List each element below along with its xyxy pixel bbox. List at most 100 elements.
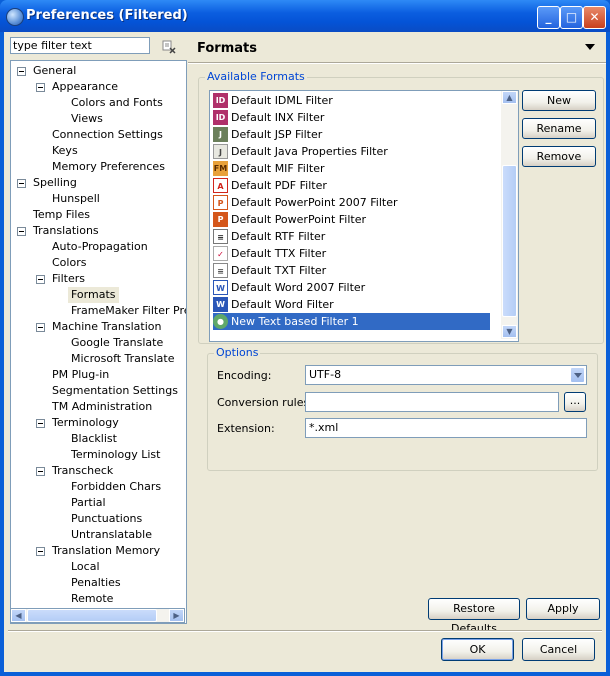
scroll-up-icon[interactable]: ▲ — [502, 91, 517, 104]
list-item[interactable]: W Default Word Filter — [213, 296, 493, 313]
list-item[interactable]: A Default PDF Filter — [213, 177, 493, 194]
scroll-thumb[interactable] — [27, 609, 157, 622]
apply-button[interactable]: Apply — [526, 598, 600, 620]
tree-item-formats[interactable]: Formats — [68, 287, 119, 303]
tree-item-forbidden-chars[interactable]: Forbidden Chars — [71, 479, 161, 495]
idml-icon: ID — [213, 93, 228, 108]
list-item[interactable]: P Default PowerPoint 2007 Filter — [213, 194, 493, 211]
formats-list[interactable]: ID Default IDML Filter ID Default INX Fi… — [209, 90, 519, 342]
tree-item-colors[interactable]: Colors — [52, 255, 86, 271]
title-separator — [188, 62, 606, 64]
collapse-icon[interactable] — [17, 67, 26, 76]
tree-item-segmentation[interactable]: Segmentation Settings — [52, 383, 178, 399]
scroll-thumb[interactable] — [502, 165, 517, 317]
view-menu-icon[interactable] — [585, 44, 595, 50]
jsp-icon: J — [213, 127, 228, 142]
maximize-icon: □ — [565, 10, 578, 24]
tree-item-tm-admin[interactable]: TM Administration — [52, 399, 152, 415]
tree-item-partial[interactable]: Partial — [71, 495, 106, 511]
new-button[interactable]: New — [522, 90, 596, 111]
tree-item-translations[interactable]: Translations — [33, 223, 99, 239]
tree-item-terminology[interactable]: Terminology — [52, 415, 119, 431]
chevron-down-icon[interactable] — [570, 367, 585, 383]
list-item[interactable]: ID Default INX Filter — [213, 109, 493, 126]
scroll-right-icon[interactable]: ▶ — [169, 609, 184, 622]
app-icon — [6, 8, 24, 26]
scroll-left-icon[interactable]: ◀ — [11, 609, 26, 622]
list-item[interactable]: ≡ Default RTF Filter — [213, 228, 493, 245]
maximize-button[interactable]: □ — [560, 6, 583, 29]
tree-item-hunspell[interactable]: Hunspell — [52, 191, 100, 207]
ppt-icon: P — [213, 212, 228, 227]
list-item-selected[interactable]: ● New Text based Filter 1 — [213, 313, 490, 330]
collapse-icon[interactable] — [36, 323, 45, 332]
tree-item-temp-files[interactable]: Temp Files — [33, 207, 90, 223]
formats-vertical-scrollbar[interactable]: ▲ ▼ — [501, 91, 518, 339]
tree-item-blacklist[interactable]: Blacklist — [71, 431, 117, 447]
rename-button[interactable]: Rename — [522, 118, 596, 139]
collapse-icon[interactable] — [17, 227, 26, 236]
tree-item-terminology-list[interactable]: Terminology List — [71, 447, 160, 463]
tree-item-punctuations[interactable]: Punctuations — [71, 511, 142, 527]
tree-item-filters[interactable]: Filters — [52, 271, 85, 287]
text-filter-icon: ● — [213, 314, 228, 329]
extension-field[interactable]: *.xml — [305, 418, 587, 438]
collapse-icon[interactable] — [36, 83, 45, 92]
minimize-button[interactable]: _ — [537, 6, 560, 29]
minimize-icon: _ — [545, 10, 552, 24]
tree-item-framemaker[interactable]: FrameMaker Filter Pref — [71, 303, 186, 319]
tree-item-spelling[interactable]: Spelling — [33, 175, 77, 191]
clear-filter-icon[interactable] — [162, 40, 176, 54]
title-bar[interactable]: Preferences (Filtered) _ □ ✕ — [0, 0, 610, 32]
tree-item-colors-fonts[interactable]: Colors and Fonts — [71, 95, 163, 111]
extension-label: Extension: — [217, 422, 275, 435]
collapse-icon[interactable] — [36, 547, 45, 556]
encoding-select[interactable]: UTF-8 — [305, 365, 587, 385]
ttx-icon: ✓ — [213, 246, 228, 261]
preferences-tree[interactable]: General Appearance Colors and Fonts View… — [10, 60, 187, 624]
dialog-body: General Appearance Colors and Fonts View… — [4, 32, 606, 672]
list-item[interactable]: W Default Word 2007 Filter — [213, 279, 493, 296]
list-item[interactable]: FM Default MIF Filter — [213, 160, 493, 177]
close-button[interactable]: ✕ — [583, 6, 606, 29]
list-item[interactable]: P Default PowerPoint Filter — [213, 211, 493, 228]
tree-item-local[interactable]: Local — [71, 559, 100, 575]
collapse-icon[interactable] — [36, 275, 45, 284]
collapse-icon[interactable] — [36, 467, 45, 476]
collapse-icon[interactable] — [36, 419, 45, 428]
tree-item-pm-plugin[interactable]: PM Plug-in — [52, 367, 109, 383]
scroll-down-icon[interactable]: ▼ — [502, 325, 517, 338]
tree-item-machine-translation[interactable]: Machine Translation — [52, 319, 161, 335]
tree-item-transcheck[interactable]: Transcheck — [52, 463, 113, 479]
tree-item-appearance[interactable]: Appearance — [52, 79, 118, 95]
browse-button[interactable]: ... — [564, 392, 586, 412]
list-item[interactable]: ✓ Default TTX Filter — [213, 245, 493, 262]
list-item[interactable]: J Default Java Properties Filter — [213, 143, 493, 160]
list-item[interactable]: J Default JSP Filter — [213, 126, 493, 143]
tree-item-views[interactable]: Views — [71, 111, 103, 127]
tree-item-remote[interactable]: Remote — [71, 591, 113, 607]
tree-item-connection-settings[interactable]: Connection Settings — [52, 127, 163, 143]
filter-input[interactable] — [10, 37, 150, 54]
tree-item-general[interactable]: General — [33, 63, 76, 79]
restore-defaults-button[interactable]: Restore Defaults — [428, 598, 520, 635]
cancel-button[interactable]: Cancel — [522, 638, 595, 661]
tree-item-memory-preferences[interactable]: Memory Preferences — [52, 159, 165, 175]
tree-item-microsoft-translate[interactable]: Microsoft Translate — [71, 351, 175, 367]
list-item[interactable]: ID Default IDML Filter — [213, 92, 493, 109]
collapse-icon[interactable] — [17, 179, 26, 188]
tree-horizontal-scrollbar[interactable]: ◀ ▶ — [10, 608, 185, 623]
tree-item-untranslatable[interactable]: Untranslatable — [71, 527, 152, 543]
formats-page: Formats Available Formats ID Default IDM… — [188, 32, 606, 635]
conversion-rules-label: Conversion rules: — [217, 396, 313, 409]
mif-icon: FM — [213, 161, 228, 176]
tree-item-google-translate[interactable]: Google Translate — [71, 335, 163, 351]
tree-item-keys[interactable]: Keys — [52, 143, 78, 159]
conversion-rules-field[interactable] — [305, 392, 559, 412]
list-item[interactable]: ≡ Default TXT Filter — [213, 262, 493, 279]
tree-item-auto-propagation[interactable]: Auto-Propagation — [52, 239, 148, 255]
tree-item-penalties[interactable]: Penalties — [71, 575, 121, 591]
tree-item-translation-memory[interactable]: Translation Memory — [52, 543, 160, 559]
remove-button[interactable]: Remove — [522, 146, 596, 167]
ok-button[interactable]: OK — [441, 638, 514, 661]
